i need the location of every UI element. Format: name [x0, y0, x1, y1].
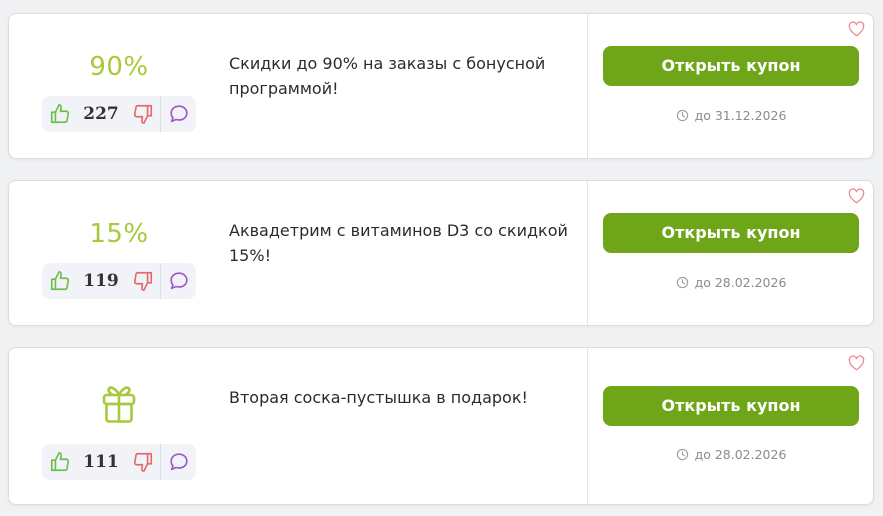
gift-icon: [102, 386, 136, 423]
clock-icon: [676, 448, 688, 461]
like-count: 227: [83, 104, 119, 124]
rating-bar: 227: [42, 96, 196, 132]
expiry-text: до 28.02.2026: [694, 447, 787, 462]
comment-icon[interactable]: [168, 451, 190, 473]
clock-icon: [676, 109, 688, 122]
like-count: 119: [83, 271, 119, 291]
open-coupon-button[interactable]: Открыть купон: [603, 386, 859, 426]
rating-bar: 111: [42, 444, 196, 480]
discount-value: 90%: [89, 52, 149, 82]
coupon-value-block: 90% 227: [42, 14, 196, 158]
rating-separator: [160, 444, 161, 480]
column-divider: [587, 348, 588, 504]
discount-value: 15%: [89, 219, 149, 249]
expiry-date: до 28.02.2026: [603, 275, 859, 290]
open-coupon-button[interactable]: Открыть купон: [603, 46, 859, 86]
rating-separator: [160, 263, 161, 299]
coupon-value-block: 111: [42, 348, 196, 504]
thumbs-down-icon[interactable]: [132, 451, 154, 473]
coupon-card: 111 Вторая соска-пустышка в подарок! Отк…: [8, 347, 874, 505]
expiry-text: до 31.12.2026: [694, 108, 787, 123]
expiry-text: до 28.02.2026: [694, 275, 787, 290]
comment-icon[interactable]: [168, 103, 190, 125]
comment-icon[interactable]: [168, 270, 190, 292]
open-coupon-button[interactable]: Открыть купон: [603, 213, 859, 253]
clock-icon: [676, 276, 688, 289]
coupon-description: Скидки до 90% на заказы с бонусной прогр…: [229, 54, 546, 98]
coupon-card: 90% 227 Скидки до 90% на заказы с бонусн…: [8, 13, 874, 159]
favorite-heart-icon[interactable]: [848, 21, 865, 37]
coupon-description: Аквадетрим с витаминов D3 со скидкой 15%…: [229, 221, 568, 265]
thumbs-up-icon[interactable]: [49, 270, 71, 292]
coupon-card: 15% 119 Аквадетрим с витаминов D3 со ски…: [8, 180, 874, 326]
like-count: 111: [83, 452, 119, 472]
thumbs-up-icon[interactable]: [49, 451, 71, 473]
rating-bar: 119: [42, 263, 196, 299]
column-divider: [587, 14, 588, 158]
coupon-description: Вторая соска-пустышка в подарок!: [229, 388, 528, 407]
coupon-value-block: 15% 119: [42, 181, 196, 325]
favorite-heart-icon[interactable]: [848, 188, 865, 204]
thumbs-down-icon[interactable]: [132, 103, 154, 125]
expiry-date: до 31.12.2026: [603, 108, 859, 123]
thumbs-down-icon[interactable]: [132, 270, 154, 292]
column-divider: [587, 181, 588, 325]
rating-separator: [160, 96, 161, 132]
thumbs-up-icon[interactable]: [49, 103, 71, 125]
favorite-heart-icon[interactable]: [848, 355, 865, 371]
expiry-date: до 28.02.2026: [603, 447, 859, 462]
